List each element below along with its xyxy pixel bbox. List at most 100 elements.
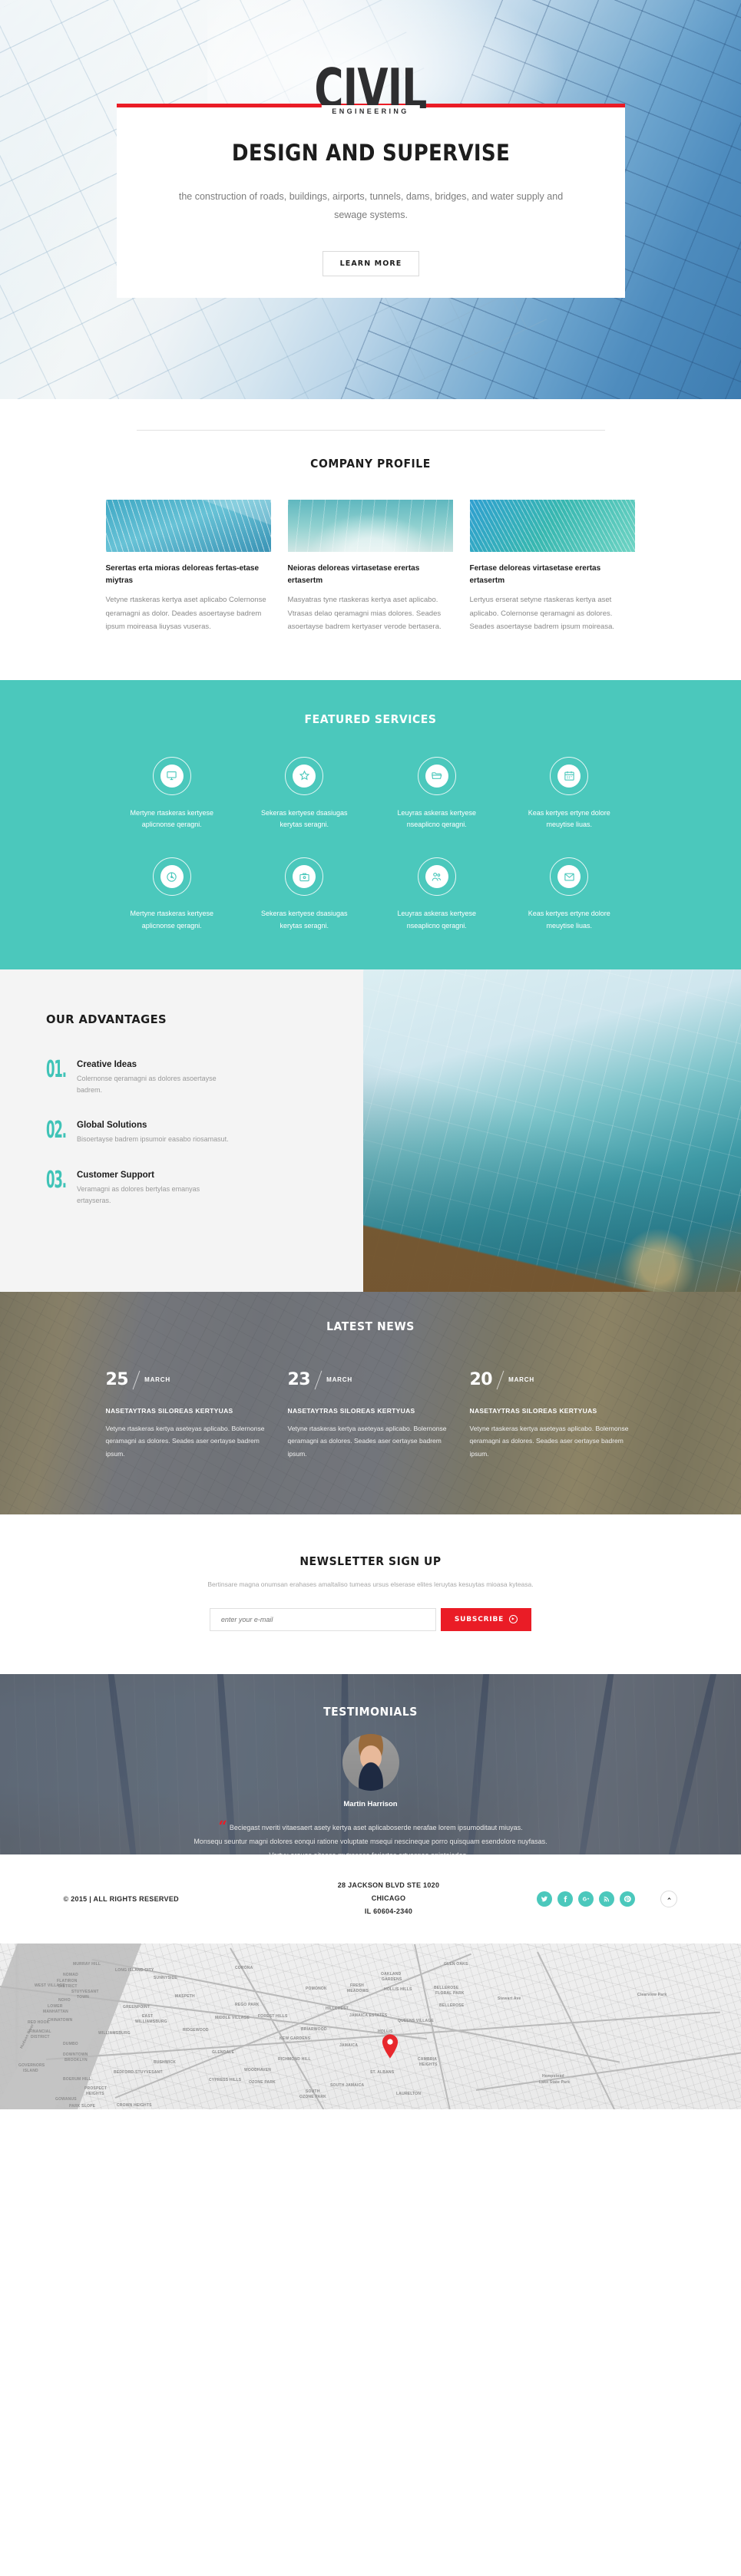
service-item[interactable]: Mertyne rtaskeras kertyese aplicnonse qe… (106, 857, 239, 933)
learn-more-button[interactable]: LEARN MORE (322, 250, 420, 276)
news-month: MARCH (144, 1376, 170, 1384)
map-label: PARK SLOPE (69, 2103, 96, 2109)
news-item[interactable]: 25 MARCH NASETAYTRAS SILOREAS KERTYUAS V… (106, 1370, 271, 1461)
map-label: SUNNYSIDE (154, 1975, 177, 1980)
news-item[interactable]: 20 MARCH NASETAYTRAS SILOREAS KERTYUAS V… (470, 1370, 635, 1461)
map-label: BELLEROSE (439, 2003, 465, 2008)
service-ring (152, 756, 191, 795)
map-label: OZONE PARK (299, 2094, 326, 2099)
service-item[interactable]: Keas kertyes ertyne dolore meuytise liua… (503, 756, 636, 832)
map-label: BELLEROSE (434, 1985, 459, 1990)
date-separator (314, 1370, 323, 1390)
advantages-building-image (363, 969, 741, 1292)
news-heading: NASETAYTRAS SILOREAS KERTYUAS (287, 1406, 415, 1415)
map-label: CORONA (235, 1965, 253, 1970)
monitor-icon (160, 764, 184, 788)
service-ring (550, 756, 589, 795)
bridge-tower-image (105, 500, 271, 552)
map-label: BUSHWICK (154, 2059, 177, 2065)
advantage-item[interactable]: 03. Customer Support Veramagni as dolore… (46, 1168, 363, 1207)
profile-card-heading: Serertas erta mioras deloreas fertas-eta… (105, 564, 260, 585)
email-input[interactable] (209, 1607, 436, 1631)
map-label: LOWER (48, 2003, 63, 2009)
service-label: Sekeras kertyese dsasiugas kerytas serag… (260, 910, 348, 930)
google-plus-icon[interactable] (578, 1891, 594, 1907)
map-label: NOHO (58, 1997, 71, 2003)
service-label: Keas kertyes ertyne dolore meuytise liua… (528, 910, 610, 930)
news-text: Vetyne rtaskeras kertya aseteyas aplicab… (287, 1424, 447, 1458)
newsletter-subtitle: Bertinsare magna onumsan erahases amalta… (207, 1580, 534, 1588)
social-links (537, 1890, 678, 1907)
location-pin[interactable] (382, 2034, 399, 2059)
facebook-icon[interactable] (557, 1891, 574, 1907)
map-label: FOREST HILLS (258, 2013, 288, 2019)
rss-icon[interactable] (599, 1891, 615, 1907)
newsletter-section: NEWSLETTER SIGN UP Bertinsare magna onum… (0, 1514, 741, 1674)
map-label: GARDENS (382, 1977, 402, 1982)
map-label: HILLCREST (326, 2006, 349, 2011)
map-label: MASPETH (175, 1993, 195, 1999)
news-month: MARCH (326, 1376, 352, 1384)
map-label: SOUTH JAMAICA (330, 2082, 365, 2088)
briefcase-icon (293, 865, 316, 889)
news-item[interactable]: 23 MARCH NASETAYTRAS SILOREAS KERTYUAS V… (288, 1370, 453, 1461)
service-item[interactable]: Sekeras kertyese dsasiugas kerytas serag… (238, 857, 371, 933)
news-text: Vetyne rtaskeras kertya aseteyas aplicab… (105, 1424, 265, 1458)
map-label: MANHATTAN (43, 2009, 68, 2014)
featured-services-title: FEATURED SERVICES (304, 712, 437, 726)
advantage-heading: Creative Ideas (77, 1059, 137, 1069)
map-label: FRESH (350, 1983, 364, 1988)
testimonial-author: Martin Harrison (343, 1799, 398, 1808)
news-heading: NASETAYTRAS SILOREAS KERTYUAS (105, 1406, 233, 1415)
copyright-text: © 2015 | ALL RIGHTS RESERVED (63, 1894, 179, 1903)
location-map[interactable]: MURRAY HILL NOMAD FLATIRON DISTRICT LONG… (0, 1943, 741, 2109)
map-label: RIDGEWOOD (183, 2027, 209, 2033)
service-item[interactable]: Sekeras kertyese dsasiugas kerytas serag… (238, 756, 371, 832)
quote-line-2: Monsequ seuntur magni dolores eonqui rat… (194, 1837, 547, 1845)
map-label: JAMAICA ESTATES (349, 2013, 388, 2018)
map-label: OAKLAND (381, 1971, 402, 1977)
profile-card-text: Lertyus erserat setyne rtaskeras kertya … (469, 596, 615, 632)
latest-news-title: LATEST NEWS (326, 1319, 415, 1333)
our-advantages-section: OUR ADVANTAGES 01. Creative Ideas Colern… (0, 969, 741, 1292)
news-month: MARCH (508, 1376, 534, 1384)
address-line-2: CHICAGO (371, 1894, 406, 1903)
map-label: RICHMOND HILL (278, 2056, 311, 2062)
quote-icon: “ (218, 1816, 227, 1835)
news-day: 23 (287, 1370, 311, 1390)
advantage-item[interactable]: 01. Creative Ideas Colernonse qeramagni … (46, 1055, 363, 1097)
profile-card-text: Vetyne rtaskeras kertya aset aplicabo Co… (105, 596, 266, 632)
service-item[interactable]: Leuyras askeras kertyese nseaplicno qera… (371, 857, 504, 933)
scroll-to-top-button[interactable] (660, 1890, 678, 1907)
profile-card[interactable]: Neioras deloreas virtasetase erertas ert… (287, 500, 453, 634)
star-icon (293, 764, 316, 788)
map-label: CHINATOWN (48, 2017, 73, 2023)
news-date: 25 MARCH (106, 1370, 271, 1390)
map-label: CAMBRIA (418, 2056, 438, 2062)
arrow-circle-icon: ‣ (509, 1615, 518, 1624)
advantage-heading: Global Solutions (77, 1121, 147, 1131)
service-item[interactable]: Keas kertyes ertyne dolore meuytise liua… (503, 857, 636, 933)
map-label: LAURELTON (396, 2091, 422, 2096)
address-line-3: IL 60604-2340 (364, 1907, 413, 1916)
service-label: Mertyne rtaskeras kertyese aplicnonse qe… (130, 910, 214, 930)
advantage-number: 01. (46, 1055, 67, 1083)
map-label: LONG ISLAND CITY (115, 1967, 154, 1973)
hero-card: DESIGN AND SUPERVISE the construction of… (117, 104, 625, 298)
subscribe-button[interactable]: SUBSCRIBE ‣ (440, 1607, 532, 1631)
twitter-icon[interactable] (537, 1891, 553, 1907)
map-label: Stewart Ave (498, 1996, 521, 2001)
map-label: Clearview Park (637, 1992, 667, 1997)
map-label: BROOKLYN (65, 2057, 88, 2062)
facade-image (469, 500, 635, 552)
service-label: Sekeras kertyese dsasiugas kerytas serag… (260, 808, 348, 829)
profile-card-text: Masyatras tyne rtaskeras kertya aset apl… (287, 596, 442, 632)
advantage-item[interactable]: 02. Global Solutions Bisoertayse badrem … (46, 1119, 363, 1145)
service-item[interactable]: Leuyras askeras kertyese nseaplicno qera… (371, 756, 504, 832)
pinterest-icon[interactable] (620, 1891, 636, 1907)
site-footer: © 2015 | ALL RIGHTS RESERVED 28 JACKSON … (0, 1854, 741, 1944)
profile-card[interactable]: Serertas erta mioras deloreas fertas-eta… (105, 500, 271, 634)
profile-card[interactable]: Fertase deloreas virtasetase erertas ert… (469, 500, 635, 634)
service-item[interactable]: Mertyne rtaskeras kertyese aplicnonse qe… (106, 756, 239, 832)
overpass-image (287, 500, 453, 552)
